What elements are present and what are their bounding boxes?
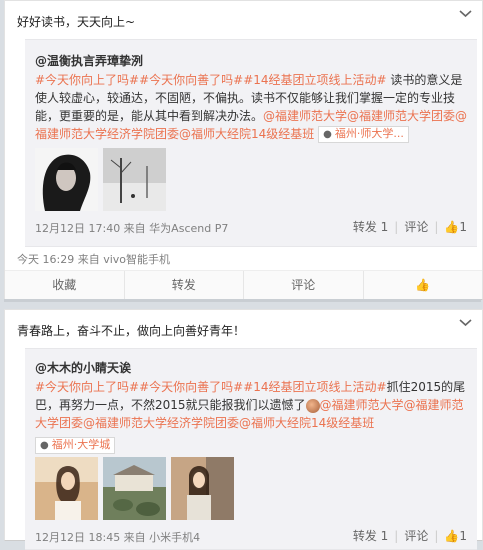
quoted-repost-link[interactable]: 转发 1 [353,529,388,543]
quoted-post: @温衡执言弄璋挚洌 #今天你向上了吗##今天你向善了吗##14经基团立项线上活动… [25,39,477,247]
quoted-comment-link[interactable]: 评论 [404,220,428,234]
chevron-down-icon[interactable] [459,318,472,328]
quoted-text: #今天你向上了吗##今天你向善了吗##14经基团立项线上活动#抓住2015的尾巴… [35,378,469,432]
like-button[interactable]: 👍 [364,271,483,299]
chevron-down-icon[interactable] [459,9,472,19]
quoted-image-3[interactable] [171,457,234,520]
quoted-text: #今天你向上了吗##今天你向善了吗##14经基团立项线上活动# 读书的意义是使人… [35,71,469,143]
quoted-author[interactable]: @温衡执言弄璋挚洌 [35,52,143,69]
comment-button[interactable]: 评论 [244,271,364,299]
favorite-button[interactable]: 收藏 [5,271,125,299]
thumbs-up-icon: 👍 [444,220,460,234]
quoted-image-1[interactable] [35,148,98,211]
quoted-comment-link[interactable]: 评论 [404,529,428,543]
location-row: ● 福州·大学城 [35,435,116,454]
location-tag[interactable]: ● 福州·师大学... [318,126,409,143]
repost-button[interactable]: 转发 [125,271,244,299]
quoted-like-count: 1 [459,220,467,234]
quoted-meta: 12月12日 18:45 来自 小米手机4 [35,531,201,544]
separator: | [394,220,399,234]
emoji-icon [305,398,320,413]
separator: | [434,220,439,234]
quoted-meta: 12月12日 17:40 来自 华为Ascend P7 [35,222,229,235]
quoted-image-2[interactable] [103,148,166,211]
quoted-like-link[interactable]: 👍1 [444,220,467,234]
topic-tags[interactable]: #今天你向上了吗##今天你向善了吗##14经基团立项线上活动# [35,73,387,87]
quoted-like-link[interactable]: 👍1 [444,529,467,543]
post-action-bar: 收藏 转发 评论 👍 [5,270,482,299]
weibo-post-2: 青春路上，奋斗不止，做向上向善好青年！ @木木的小睛天诶 #今天你向上了吗##今… [4,309,483,550]
location-label: 福州·师大学... [334,127,404,140]
quoted-image-1[interactable] [35,457,98,520]
quoted-repost-link[interactable]: 转发 1 [353,220,388,234]
quoted-like-count: 1 [459,529,467,543]
location-pin-icon: ● [323,129,332,140]
thumbs-up-icon: 👍 [444,529,460,543]
thumbs-up-icon: 👍 [415,278,431,292]
quoted-author[interactable]: @木木的小睛天诶 [35,359,131,376]
separator: | [434,529,439,543]
post-text: 青春路上，奋斗不止，做向上向善好青年！ [17,324,246,338]
quoted-post: @木木的小睛天诶 #今天你向上了吗##今天你向善了吗##14经基团立项线上活动#… [25,348,477,550]
quoted-actions: 转发 1 | 评论 | 👍1 [353,527,467,544]
separator: | [394,529,399,543]
location-tag[interactable]: ● 福州·大学城 [35,437,116,454]
card-gap [4,299,481,302]
quoted-actions: 转发 1 | 评论 | 👍1 [353,218,467,235]
post-meta: 今天 16:29 来自 vivo智能手机 [17,253,170,266]
topic-tags[interactable]: #今天你向上了吗##今天你向善了吗##14经基团立项线上活动# [35,380,387,394]
weibo-post-1: 好好读书，天天向上~ @温衡执言弄璋挚洌 #今天你向上了吗##今天你向善了吗##… [4,0,483,300]
location-pin-icon: ● [40,440,49,451]
location-label: 福州·大学城 [51,438,111,451]
post-text: 好好读书，天天向上~ [17,15,136,29]
quoted-image-2[interactable] [103,457,166,520]
